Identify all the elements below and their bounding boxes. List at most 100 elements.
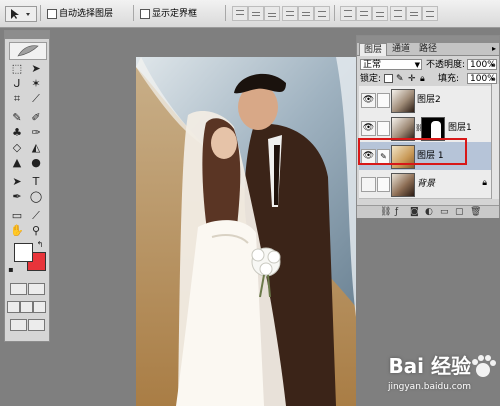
shape-tool-icon[interactable]: ◯ xyxy=(28,190,44,204)
lock-position-icon[interactable]: ✛ xyxy=(408,72,416,86)
tab-paths[interactable]: 路径 xyxy=(415,43,441,55)
clone-stamp-icon[interactable]: ♣ xyxy=(9,126,25,140)
move-tool-icon xyxy=(11,9,30,19)
layers-panel-tabs: 图层 通道 路径 ▸ xyxy=(357,43,499,56)
document-canvas[interactable] xyxy=(136,57,356,406)
magic-wand-icon[interactable]: ✶ xyxy=(28,77,44,91)
move-tool-icon[interactable]: ➤ xyxy=(28,62,44,76)
align-left-edges-button[interactable] xyxy=(282,6,298,21)
options-bar: 自动选择图层 显示定界框 xyxy=(0,0,500,28)
layers-panel-header[interactable] xyxy=(357,36,499,43)
lock-label: 锁定: xyxy=(360,74,382,84)
layer-name: 图层1 xyxy=(448,123,472,133)
marquee-tool-icon[interactable]: ⬚ xyxy=(9,62,25,76)
history-brush-icon[interactable]: ✑ xyxy=(28,126,44,140)
new-group-icon[interactable]: ▭ xyxy=(440,207,449,217)
paint-bucket-icon[interactable]: ◭ xyxy=(28,141,44,155)
pen-tool-icon[interactable]: ✒ xyxy=(9,190,25,204)
tools-panel: ⬚ ➤ ᒍ ✶ ⌗ ⟋ ✎ ✐ ♣ ✑ ◇ ◭ ▲ ● ➤ T ✒ ◯ ▭ ⟋ … xyxy=(4,30,50,342)
wedding-photo xyxy=(136,57,356,406)
fill-field[interactable]: 100% ▸ xyxy=(467,73,497,84)
opacity-field[interactable]: 100% ▸ xyxy=(467,59,497,70)
link-layers-icon[interactable]: ⛓ xyxy=(380,207,391,217)
lock-transparent-checkbox[interactable] xyxy=(384,74,393,83)
eyedropper-icon[interactable]: ⟋ xyxy=(28,209,44,223)
layers-panel: 图层 通道 路径 ▸ 正常 ▼ 不透明度: 100% ▸ 锁定: ✎ ✛ 🔒︎ … xyxy=(356,35,500,218)
eye-icon[interactable]: 👁︎ xyxy=(361,93,376,108)
fill-label: 填充: xyxy=(438,74,460,84)
separator xyxy=(40,5,41,21)
swap-colors-icon[interactable]: ↰ xyxy=(35,238,45,252)
zoom-tool-icon[interactable]: ⚲ xyxy=(28,224,44,238)
move-tool-preset-picker[interactable] xyxy=(5,6,37,22)
dodge-tool-icon[interactable]: ● xyxy=(28,156,44,170)
layer-link-toggle[interactable] xyxy=(377,121,390,136)
layer-style-icon[interactable]: ƒ xyxy=(395,207,398,217)
layers-scrollbar[interactable] xyxy=(491,84,499,199)
eraser-tool-icon[interactable]: ◇ xyxy=(9,141,25,155)
image-ready-button[interactable] xyxy=(10,319,27,331)
align-bottom-edges-button[interactable] xyxy=(264,6,280,21)
distribute-bottom-button[interactable] xyxy=(372,6,388,21)
adjustment-layer-icon[interactable]: ◐ xyxy=(425,207,433,217)
notes-tool-icon[interactable]: ▭ xyxy=(9,209,25,223)
show-bounds-checkbox[interactable]: 显示定界框 xyxy=(140,8,197,20)
distribute-centers-button[interactable] xyxy=(356,6,372,21)
hand-tool-icon[interactable]: ✋ xyxy=(9,224,25,238)
brush-tool-icon[interactable]: ✐ xyxy=(28,111,44,125)
align-vertical-centers-button[interactable] xyxy=(248,6,264,21)
blur-tool-icon[interactable]: ▲ xyxy=(9,156,25,170)
type-tool-icon[interactable]: T xyxy=(28,175,44,189)
layer-thumbnail xyxy=(391,173,415,197)
blend-mode-select[interactable]: 正常 ▼ xyxy=(360,59,422,70)
foreground-color-swatch[interactable] xyxy=(14,243,33,262)
eye-icon[interactable]: 👁︎ xyxy=(361,177,376,192)
chevron-down-icon: ▼ xyxy=(414,61,420,69)
align-right-edges-button[interactable] xyxy=(314,6,330,21)
paw-logo-icon xyxy=(472,355,496,377)
layer-link-toggle[interactable] xyxy=(377,177,390,192)
distribute-top-button[interactable] xyxy=(340,6,356,21)
healing-brush-icon[interactable]: ✎ xyxy=(9,111,25,125)
crop-tool-icon[interactable]: ⌗ xyxy=(9,92,25,106)
layer-name: 图层2 xyxy=(417,95,441,105)
panel-menu-icon[interactable]: ▸ xyxy=(492,44,496,53)
layer-link-toggle[interactable] xyxy=(377,93,390,108)
tools-panel-header[interactable] xyxy=(5,31,49,39)
lock-icon: 🔒︎ xyxy=(482,178,487,188)
feather-logo[interactable] xyxy=(9,42,47,60)
chevron-right-icon: ▸ xyxy=(491,61,495,69)
checkbox-box[interactable] xyxy=(140,8,150,19)
distribute-left-button[interactable] xyxy=(390,6,406,21)
distribute-horizontal-button[interactable] xyxy=(406,6,422,21)
align-horizontal-centers-button[interactable] xyxy=(298,6,314,21)
standard-mode-button[interactable] xyxy=(10,283,27,295)
standard-screen-mode-button[interactable] xyxy=(7,301,20,313)
lock-row: 锁定: ✎ ✛ 🔒︎ 填充: 100% ▸ xyxy=(357,71,499,86)
jump-to-button[interactable] xyxy=(28,319,45,331)
layers-panel-footer: ⛓ ƒ ◙ ◐ ▭ ▢ 🗑︎ xyxy=(357,205,499,218)
add-mask-icon[interactable]: ◙ xyxy=(410,207,419,217)
full-screen-mode-button[interactable] xyxy=(33,301,46,313)
default-colors-icon[interactable]: ▪ xyxy=(7,263,15,277)
auto-select-label: 自动选择图层 xyxy=(59,9,114,19)
lock-pixels-icon[interactable]: ✎ xyxy=(396,72,404,86)
path-selection-icon[interactable]: ➤ xyxy=(9,175,25,189)
eye-icon[interactable]: 👁︎ xyxy=(361,121,376,136)
tab-layers[interactable]: 图层 xyxy=(359,43,388,56)
delete-layer-icon[interactable]: 🗑︎ xyxy=(470,207,481,217)
full-screen-menu-button[interactable] xyxy=(20,301,33,313)
lasso-tool-icon[interactable]: ᒍ xyxy=(9,77,25,91)
layer-row[interactable]: 👁︎ 图层2 xyxy=(359,86,491,115)
layer-row[interactable]: 👁︎ 背景 🔒︎ xyxy=(359,170,491,199)
auto-select-checkbox[interactable]: 自动选择图层 xyxy=(47,8,113,20)
checkbox-box[interactable] xyxy=(47,8,57,19)
quick-mask-button[interactable] xyxy=(28,283,45,295)
align-top-edges-button[interactable] xyxy=(232,6,248,21)
tab-channels[interactable]: 通道 xyxy=(388,43,414,55)
new-layer-icon[interactable]: ▢ xyxy=(455,207,464,217)
slice-tool-icon[interactable]: ⟋ xyxy=(28,92,44,106)
lock-all-icon[interactable]: 🔒︎ xyxy=(420,72,425,86)
layer-name: 背景 xyxy=(417,179,436,189)
distribute-right-button[interactable] xyxy=(422,6,438,21)
